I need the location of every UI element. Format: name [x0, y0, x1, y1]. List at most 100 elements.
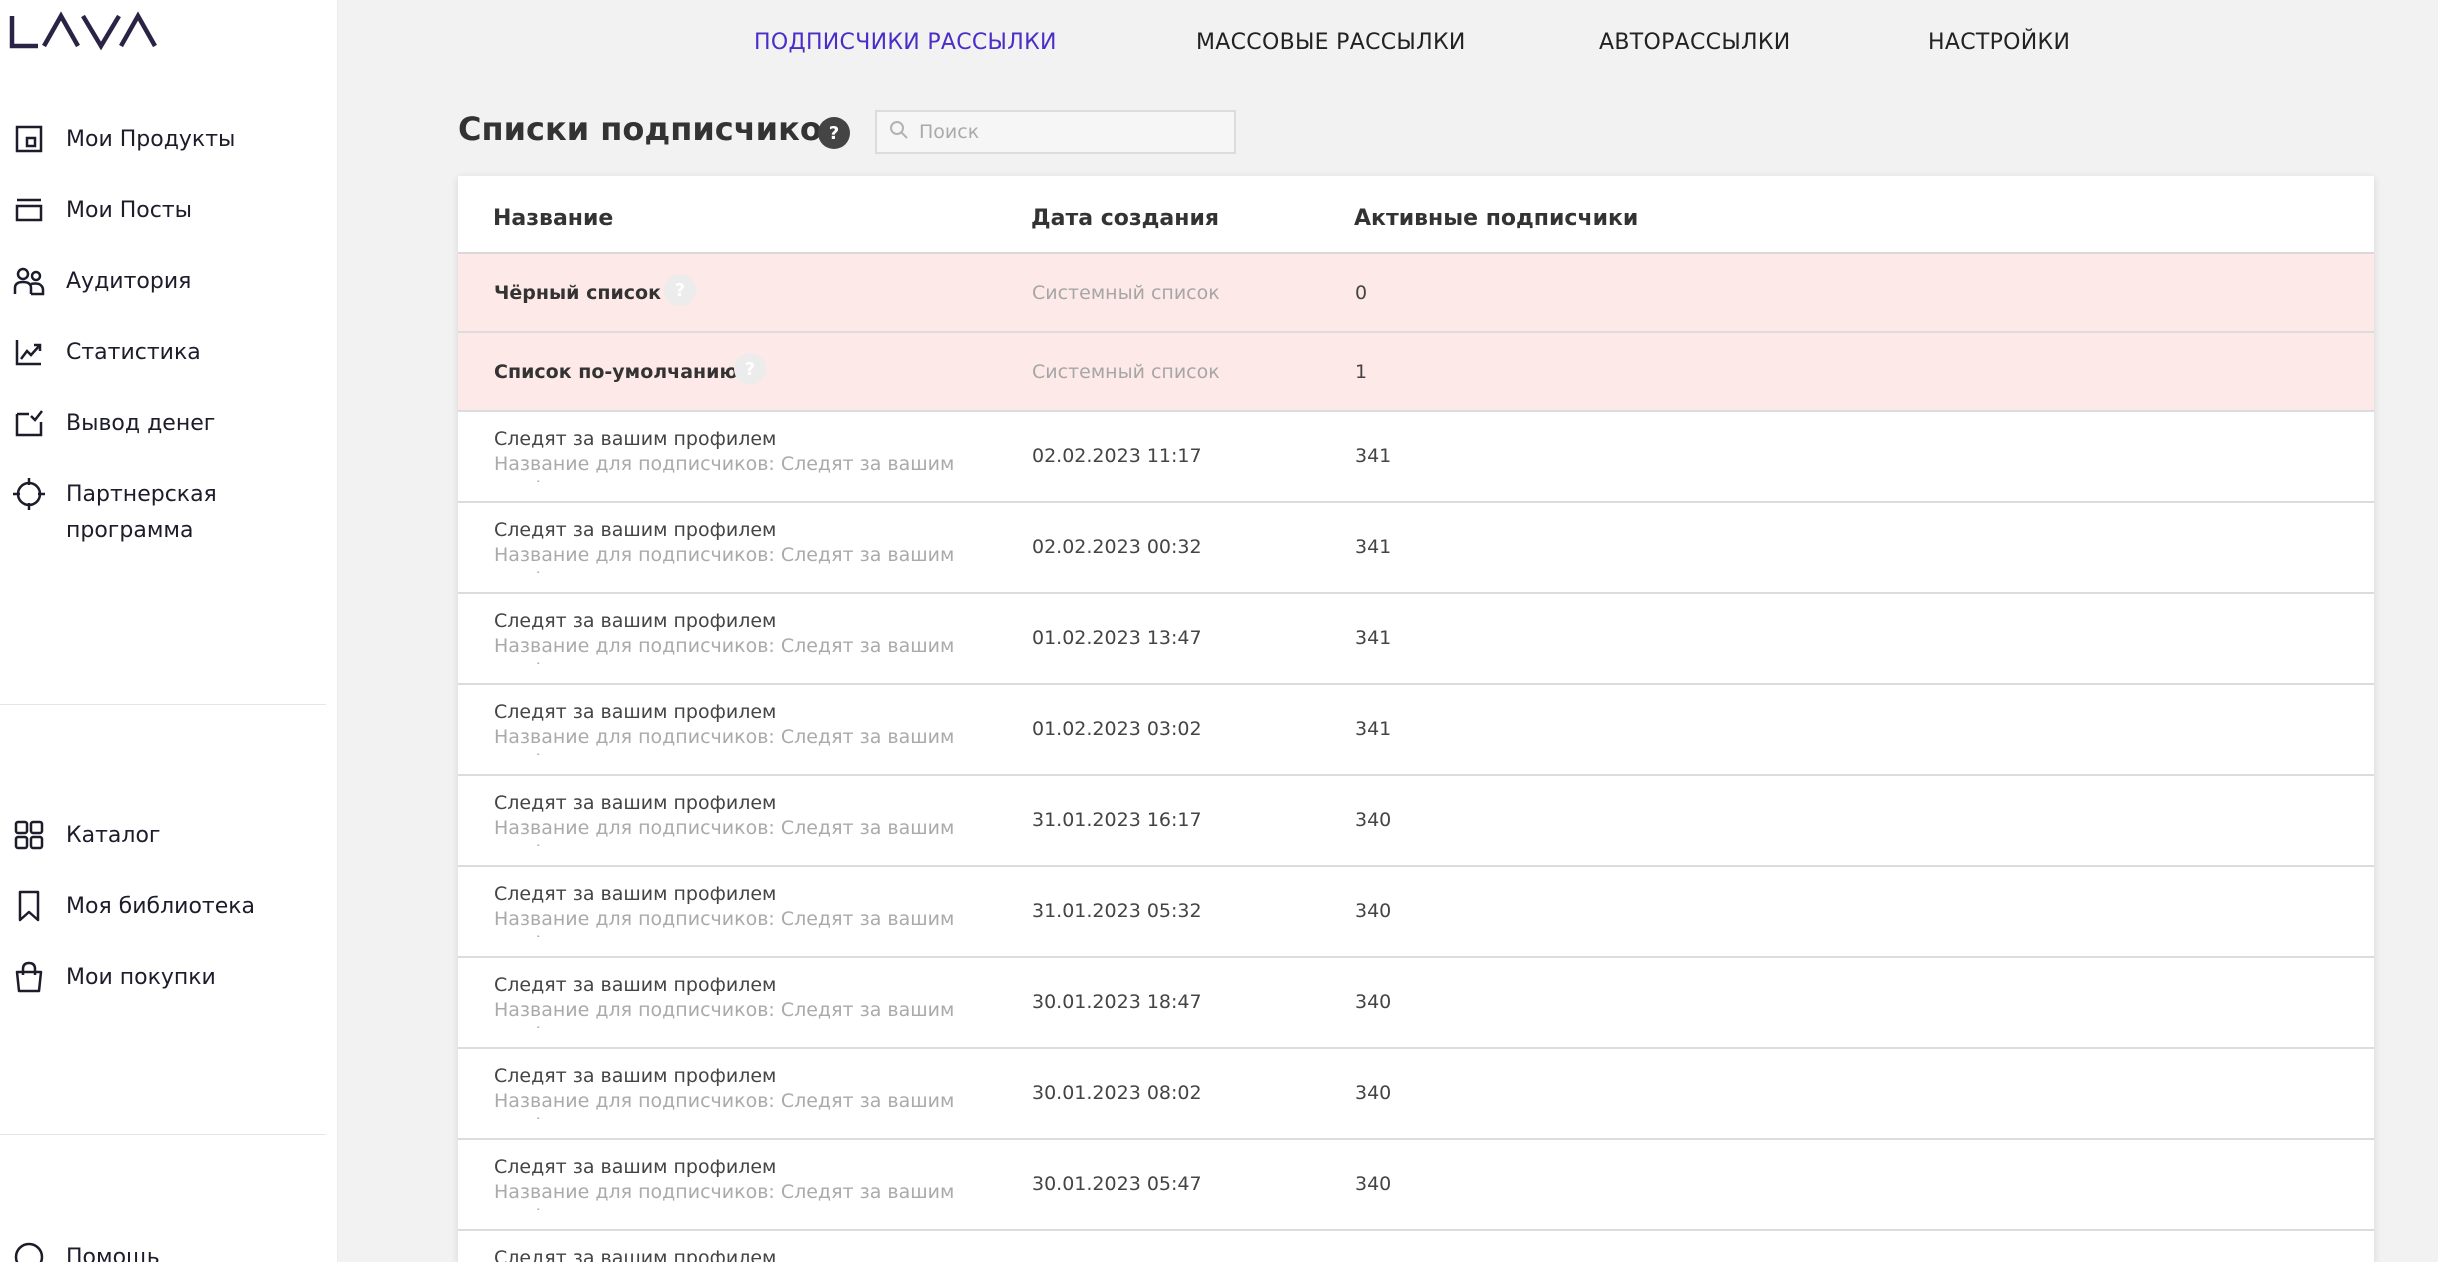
sidebar-item-label: Вывод денег [66, 411, 216, 436]
list-count: 340 [1355, 900, 1392, 922]
table-row[interactable]: Следят за вашим профилем Название для по… [458, 1140, 2374, 1231]
sidebar-item-products[interactable]: Мои Продукты [0, 122, 338, 158]
bookmark-icon [12, 889, 46, 923]
table-row[interactable]: Следят за вашим профилем Название для по… [458, 594, 2374, 685]
column-header-active[interactable]: Активные подписчики [1354, 206, 1638, 231]
list-created: 01.02.2023 13:47 [1032, 627, 1202, 649]
page-title: Списки подписчиков [458, 110, 843, 148]
list-created: 30.01.2023 18:47 [1032, 991, 1202, 1013]
tab-settings[interactable]: НАСТРОЙКИ [1928, 30, 2070, 55]
table-row[interactable]: Следят за вашим профилем [458, 1231, 2374, 1262]
column-header-created[interactable]: Дата создания [1031, 206, 1219, 231]
sidebar-item-label: Каталог [66, 823, 161, 848]
sidebar-item-label: Помощь [66, 1245, 160, 1262]
list-title: Следят за вашим профилем [494, 1156, 777, 1178]
list-subtitle: Название для подписчиков: Следят за ваши… [494, 999, 955, 1028]
sidebar-item-label: Статистика [66, 340, 201, 365]
table-row-system[interactable]: Чёрный список ? Системный список 0 [458, 254, 2374, 333]
list-subtitle: Название для подписчиков: Следят за ваши… [494, 544, 955, 573]
list-count: 340 [1355, 809, 1392, 831]
sidebar-item-withdraw[interactable]: Вывод денег [0, 406, 338, 442]
table-row[interactable]: Следят за вашим профилем Название для по… [458, 1049, 2374, 1140]
list-name: Список по-умолчанию [494, 361, 738, 383]
list-created: 30.01.2023 08:02 [1032, 1082, 1202, 1104]
tab-subscribers[interactable]: ПОДПИСЧИКИ РАССЫЛКИ [754, 30, 1057, 55]
list-subtitle: Название для подписчиков: Следят за ваши… [494, 1181, 955, 1210]
search-input[interactable] [919, 121, 1219, 143]
list-count: 340 [1355, 991, 1392, 1013]
withdraw-icon [12, 406, 46, 440]
list-subtitle: Название для подписчиков: Следят за ваши… [494, 635, 955, 664]
sidebar-divider [0, 704, 326, 705]
top-tabs: ПОДПИСЧИКИ РАССЫЛКИ МАССОВЫЕ РАССЫЛКИ АВ… [0, 30, 2438, 66]
table-row[interactable]: Следят за вашим профилем Название для по… [458, 867, 2374, 958]
list-title: Следят за вашим профилем [494, 883, 777, 905]
list-subtitle: Название для подписчиков: Следят за ваши… [494, 453, 955, 482]
list-created: Системный список [1032, 361, 1220, 383]
search-icon [889, 120, 909, 144]
list-title: Следят за вашим профилем [494, 1065, 777, 1087]
table-row[interactable]: Следят за вашим профилем Название для по… [458, 503, 2374, 594]
sidebar-item-label: Моя библиотека [66, 894, 256, 919]
list-subtitle: Название для подписчиков: Следят за ваши… [494, 726, 955, 755]
list-count: 1 [1355, 361, 1368, 383]
list-created: 31.01.2023 16:17 [1032, 809, 1202, 831]
sidebar-item-help[interactable]: Помощь [0, 1240, 338, 1262]
sidebar-divider [0, 1134, 326, 1135]
list-count: 340 [1355, 1082, 1392, 1104]
posts-icon [12, 193, 46, 227]
table-row[interactable]: Следят за вашим профилем Название для по… [458, 685, 2374, 776]
table-row[interactable]: Следят за вашим профилем Название для по… [458, 958, 2374, 1049]
sidebar-item-label: Аудитория [66, 269, 192, 294]
help-icon[interactable]: ? [734, 353, 766, 385]
sidebar-help-nav: Помощь [0, 1240, 338, 1262]
list-title: Следят за вашим профилем [494, 974, 777, 996]
sidebar: Мои Продукты Мои Посты Аудитория Статист… [0, 0, 338, 1262]
products-icon [12, 122, 46, 156]
audience-icon [12, 264, 46, 298]
help-circle-icon [12, 1240, 46, 1262]
list-created: 30.01.2023 05:47 [1032, 1173, 1202, 1195]
sidebar-item-label-line2: программа [66, 518, 194, 543]
sidebar-item-label: Партнерская программа [66, 477, 217, 549]
help-button[interactable]: ? [818, 117, 850, 149]
list-title: Следят за вашим профилем [494, 701, 777, 723]
sidebar-item-statistics[interactable]: Статистика [0, 335, 338, 371]
list-subtitle: Название для подписчиков: Следят за ваши… [494, 817, 955, 846]
column-header-name[interactable]: Название [493, 206, 613, 231]
table-row-system[interactable]: Список по-умолчанию ? Системный список 1 [458, 333, 2374, 412]
list-created: 01.02.2023 03:02 [1032, 718, 1202, 740]
list-created: 31.01.2023 05:32 [1032, 900, 1202, 922]
list-count: 341 [1355, 718, 1392, 740]
sidebar-item-label: Мои Продукты [66, 127, 236, 152]
list-created: 02.02.2023 11:17 [1032, 445, 1202, 467]
list-count: 341 [1355, 445, 1392, 467]
sidebar-item-label: Мои покупки [66, 965, 216, 990]
list-count: 340 [1355, 1173, 1392, 1195]
sidebar-item-purchases[interactable]: Мои покупки [0, 960, 338, 996]
sidebar-item-posts[interactable]: Мои Посты [0, 193, 338, 229]
sidebar-item-label-line1: Партнерская [66, 482, 217, 507]
sidebar-item-audience[interactable]: Аудитория [0, 264, 338, 300]
table-row[interactable]: Следят за вашим профилем Название для по… [458, 776, 2374, 867]
catalog-icon [12, 818, 46, 852]
sidebar-item-label: Мои Посты [66, 198, 193, 223]
sidebar-item-library[interactable]: Моя библиотека [0, 889, 338, 925]
list-subtitle: Название для подписчиков: Следят за ваши… [494, 908, 955, 937]
sidebar-item-partner[interactable]: Партнерская программа [0, 477, 338, 549]
list-title: Следят за вашим профилем [494, 610, 777, 632]
list-subtitle: Название для подписчиков: Следят за ваши… [494, 1090, 955, 1119]
list-count: 341 [1355, 536, 1392, 558]
help-icon[interactable]: ? [664, 274, 696, 306]
sidebar-main-nav: Мои Продукты Мои Посты Аудитория Статист… [0, 122, 338, 584]
tab-mass-mailings[interactable]: МАССОВЫЕ РАССЫЛКИ [1196, 30, 1466, 55]
list-title: Следят за вашим профилем [494, 428, 777, 450]
table-row[interactable]: Следят за вашим профилем Название для по… [458, 412, 2374, 503]
sidebar-item-catalog[interactable]: Каталог [0, 818, 338, 854]
list-title: Следят за вашим профилем [494, 792, 777, 814]
subscriber-lists-table: Название Дата создания Активные подписчи… [458, 176, 2374, 1262]
search-box [875, 110, 1236, 154]
tab-auto-mailings[interactable]: АВТОРАССЫЛКИ [1599, 30, 1791, 55]
bag-icon [12, 960, 46, 994]
list-count: 0 [1355, 282, 1368, 304]
